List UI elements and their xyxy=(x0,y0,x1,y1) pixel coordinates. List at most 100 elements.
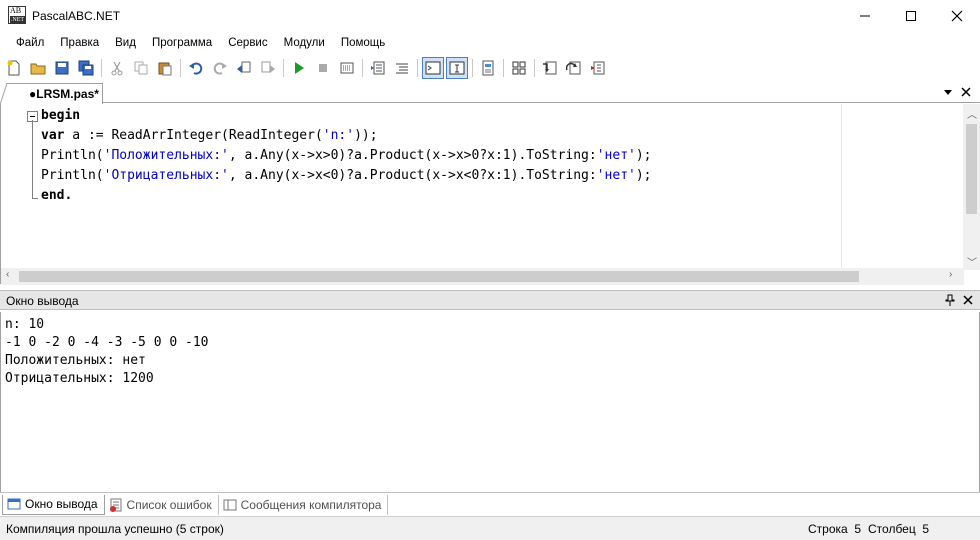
output-line: Отрицательных: 1200 xyxy=(5,371,154,386)
status-message: Компиляция прошла успешно (5 строк) xyxy=(6,522,224,536)
redo-button[interactable] xyxy=(209,57,231,79)
tab-label: Сообщения компилятора xyxy=(240,497,382,512)
step-into-button[interactable] xyxy=(539,57,561,79)
scroll-thumb[interactable] xyxy=(966,124,977,214)
status-column: Столбец 5 xyxy=(868,522,930,536)
open-file-button[interactable] xyxy=(27,57,49,79)
tab-compiler-messages[interactable]: Сообщения компилятора xyxy=(219,494,389,515)
title-bar: AB .NET PascalABC.NET xyxy=(0,0,980,32)
output-line: n: 10 xyxy=(5,317,45,332)
menu-modules[interactable]: Модули xyxy=(276,32,333,54)
output-panel-header: Окно вывода xyxy=(0,290,980,310)
string-literal: 'Положительных:' xyxy=(103,148,229,163)
debug-windows-button[interactable] xyxy=(508,57,530,79)
save-all-button[interactable] xyxy=(75,57,97,79)
format-button[interactable] xyxy=(391,57,413,79)
keyword-begin: begin xyxy=(41,108,81,123)
tab-lrsm-pas[interactable]: ●LRSM.pas* xyxy=(8,83,103,104)
paste-button[interactable] xyxy=(154,57,176,79)
code-editor[interactable]: begin var a := ReadArrInteger(ReadInteger… xyxy=(0,104,980,285)
code-line: begin xyxy=(41,106,652,126)
code-fragment: )); xyxy=(354,128,378,143)
compile-button[interactable] xyxy=(336,57,358,79)
run-icon[interactable] xyxy=(288,57,310,79)
tab-output-window[interactable]: Окно вывода xyxy=(2,494,105,515)
save-button[interactable] xyxy=(51,57,73,79)
editor-vertical-scrollbar[interactable]: ︿ ﹀ xyxy=(963,104,980,270)
keyword-var: var xyxy=(41,128,65,143)
app-logo-icon: AB .NET xyxy=(8,6,26,24)
toolbar-separator xyxy=(417,59,418,77)
form-designer-button[interactable] xyxy=(477,57,499,79)
scroll-up-icon[interactable]: ︿ xyxy=(967,106,977,121)
tab-label: Список ошибок xyxy=(126,497,212,512)
menu-service[interactable]: Сервис xyxy=(220,32,275,54)
menu-help[interactable]: Помощь xyxy=(333,32,393,54)
scroll-thumb[interactable] xyxy=(19,271,859,282)
code-fragment: ); xyxy=(635,168,652,183)
code-fragment: , a.Any(x->x>0)?a.Product(x->x>0?x:1).To… xyxy=(228,148,597,163)
menu-program[interactable]: Программа xyxy=(144,32,220,54)
text-cursor-toggle[interactable] xyxy=(446,57,468,79)
toolbar-separator xyxy=(534,59,535,77)
code-line: end. xyxy=(41,186,652,206)
output-text: n: 10 -1 0 -2 0 -4 -3 -5 0 0 -10 Положител… xyxy=(5,316,209,388)
output-panel-title: Окно вывода xyxy=(6,294,79,308)
menu-view[interactable]: Вид xyxy=(107,32,144,54)
toolbar-separator xyxy=(283,59,284,77)
toolbar-separator xyxy=(362,59,363,77)
tab-label: ●LRSM.pas* xyxy=(29,87,99,101)
menu-file[interactable]: Файл xyxy=(8,32,52,54)
code-text[interactable]: begin var a := ReadArrInteger(ReadInteger… xyxy=(41,106,652,206)
error-list-icon xyxy=(109,498,122,512)
window-title: PascalABC.NET xyxy=(32,9,121,23)
menu-bar: Файл Правка Вид Программа Сервис Модули … xyxy=(0,32,980,54)
close-tab-icon[interactable] xyxy=(960,86,972,98)
navigate-back-button[interactable] xyxy=(233,57,255,79)
cut-button[interactable] xyxy=(106,57,128,79)
string-literal: 'нет' xyxy=(596,148,636,163)
navigate-forward-button[interactable] xyxy=(257,57,279,79)
new-file-button[interactable] xyxy=(3,57,25,79)
code-line: Println('Положительных:', a.Any(x->x>0)?… xyxy=(41,146,652,166)
status-row: Строка 5 xyxy=(808,522,862,536)
copy-button[interactable] xyxy=(130,57,152,79)
pin-icon[interactable] xyxy=(944,294,956,306)
string-literal: 'n:' xyxy=(322,128,355,143)
toolbar-separator xyxy=(180,59,181,77)
undo-button[interactable] xyxy=(185,57,207,79)
menu-edit[interactable]: Правка xyxy=(52,32,107,54)
close-window-button[interactable] xyxy=(934,0,980,31)
maximize-button[interactable] xyxy=(888,0,934,31)
code-fragment: a := ReadArrInteger(ReadInteger( xyxy=(64,128,323,143)
code-fragment: , a.Any(x->x<0)?a.Product(x->x<0?x:1).To… xyxy=(228,168,597,183)
code-fragment: Println( xyxy=(41,148,104,163)
bottom-panel-tabs: Окно вывода Список ошибок Сообщения комп… xyxy=(0,492,980,516)
minimize-button[interactable] xyxy=(842,0,888,31)
string-literal: 'Отрицательных:' xyxy=(103,168,229,183)
toolbar-separator xyxy=(101,59,102,77)
editor-tab-strip: ●LRSM.pas* xyxy=(0,82,980,104)
stop-icon[interactable] xyxy=(312,57,334,79)
string-literal: 'нет' xyxy=(596,168,636,183)
tab-error-list[interactable]: Список ошибок xyxy=(105,494,219,515)
step-over-button[interactable] xyxy=(563,57,585,79)
scroll-right-icon[interactable]: › xyxy=(949,269,952,280)
compiler-messages-icon xyxy=(223,499,237,510)
code-fragment: ); xyxy=(635,148,652,163)
status-bar: Компиляция прошла успешно (5 строк) Стро… xyxy=(0,516,980,540)
scroll-left-icon[interactable]: ‹ xyxy=(6,269,9,280)
output-line: -1 0 -2 0 -4 -3 -5 0 0 -10 xyxy=(5,335,209,350)
code-fragment: Println( xyxy=(41,168,104,183)
output-window[interactable]: n: 10 -1 0 -2 0 -4 -3 -5 0 0 -10 Положител… xyxy=(0,312,980,492)
editor-horizontal-scrollbar[interactable]: ‹ › xyxy=(1,268,964,285)
output-window-icon xyxy=(7,498,21,510)
keyword-end: end. xyxy=(41,188,73,203)
comment-button[interactable] xyxy=(367,57,389,79)
toolbar xyxy=(0,54,980,82)
output-window-toggle[interactable] xyxy=(422,57,444,79)
scroll-down-icon[interactable]: ﹀ xyxy=(967,254,977,269)
close-icon[interactable] xyxy=(962,294,974,306)
chevron-down-icon[interactable] xyxy=(942,86,954,98)
run-to-cursor-button[interactable] xyxy=(587,57,609,79)
